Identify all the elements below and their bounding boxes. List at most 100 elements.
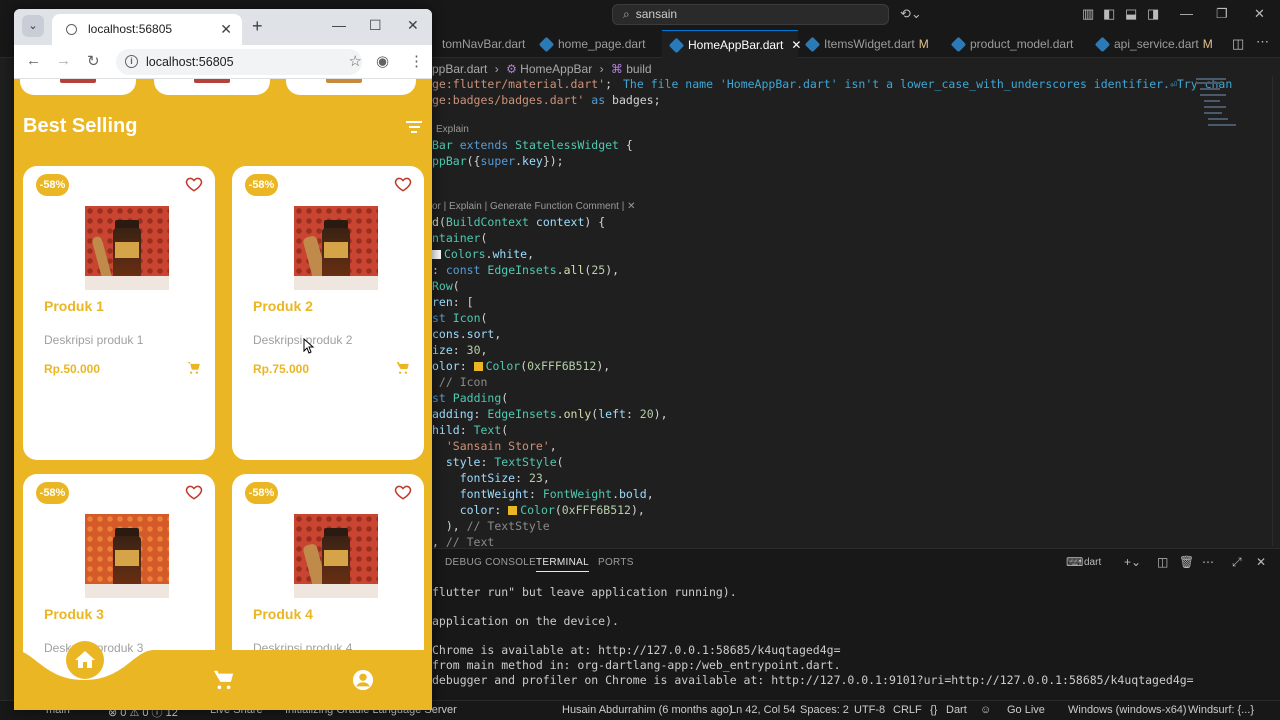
codelens-hint[interactable]: Explain [436, 124, 469, 135]
toggle-panel-icon[interactable]: ⬓ [1125, 6, 1137, 22]
layout-icon[interactable]: ▥ [1082, 6, 1094, 22]
heart-icon[interactable] [394, 175, 412, 193]
editor-scrollbar[interactable] [1272, 76, 1280, 546]
cart-icon[interactable] [396, 361, 410, 375]
split-terminal-icon[interactable]: ◫ [1157, 555, 1168, 569]
heart-icon[interactable] [394, 483, 412, 501]
tab-bottom-nav-bar[interactable]: tomNavBar.dart [416, 30, 525, 58]
code-line: ge:badges/badges.dart' as badges; [432, 93, 661, 107]
reload-icon[interactable]: ↻ [87, 52, 100, 70]
product-card[interactable]: -58% Produk 2 Deskripsi produk 2 Rp.75.0… [232, 166, 424, 460]
home-nav-button[interactable] [66, 641, 104, 679]
close-icon[interactable]: ✕ [1254, 6, 1265, 22]
tab-label: tomNavBar.dart [442, 37, 526, 51]
new-tab-icon[interactable]: + [252, 16, 263, 37]
tab-search-icon[interactable]: ⌄ [22, 15, 44, 37]
breadcrumb-file[interactable]: ppBar.dart [432, 62, 487, 76]
product-image[interactable] [294, 514, 378, 598]
address-bar[interactable]: i localhost:56805 ☆ [116, 49, 362, 75]
code-editor[interactable]: ge:flutter/material.dart'; ge:badges/bad… [432, 76, 1192, 549]
close-window-icon[interactable]: ✕ [407, 17, 419, 34]
trash-icon[interactable]: 🗑 [1179, 555, 1194, 569]
minimize-icon[interactable]: — [332, 17, 346, 33]
cursor-position[interactable]: Ln 42, Col 54 [730, 704, 795, 716]
breadcrumb-class[interactable]: HomeAppBar [520, 62, 592, 76]
sort-icon[interactable] [406, 121, 422, 133]
product-name[interactable]: Produk 3 [44, 606, 104, 622]
tab-ports[interactable]: PORTS [598, 557, 634, 568]
more-icon[interactable]: ⋯ [1202, 555, 1214, 569]
toggle-sidebar-icon[interactable]: ◧ [1103, 6, 1115, 22]
minimize-icon[interactable]: — [1180, 6, 1193, 21]
codelens-hint[interactable]: or | Explain | Generate Function Comment… [432, 201, 635, 212]
code-line: st Padding( [432, 391, 509, 405]
restore-icon[interactable]: ❐ [1216, 6, 1228, 22]
category-card[interactable] [286, 79, 416, 95]
product-image[interactable] [85, 206, 169, 290]
tab-home-app-bar[interactable]: HomeAppBar.dart ✕ [662, 30, 801, 58]
go-live[interactable]: Go Live [1007, 704, 1045, 716]
terminal-line: debugger and profiler on Chrome is avail… [432, 673, 1194, 687]
site-info-icon[interactable]: i [125, 55, 138, 68]
close-panel-icon[interactable]: ✕ [1256, 555, 1266, 569]
profile-icon[interactable]: ◉ [376, 52, 389, 70]
encoding[interactable]: UTF-8 [854, 704, 885, 716]
product-name[interactable]: Produk 2 [253, 298, 313, 314]
git-blame[interactable]: Husain Abdurrahim (6 months ago) [562, 704, 733, 716]
color-swatch-white [432, 250, 441, 259]
flutter-app: Best Selling -58% Produk 1 Deskripsi pro… [14, 79, 432, 710]
copilot-status-icon[interactable]: ☺ [980, 704, 991, 716]
tab-label: api_service.dart [1114, 37, 1199, 51]
product-description: Deskripsi produk 1 [44, 333, 144, 347]
category-card[interactable] [20, 79, 136, 95]
indentation[interactable]: Spaces: 2 [800, 704, 849, 716]
copilot-icon[interactable]: ⟲⌄ [900, 6, 922, 22]
tab-api-service[interactable]: api_service.dart M [1088, 30, 1213, 58]
more-actions-icon[interactable]: ⋯ [1256, 34, 1269, 50]
toggle-secondary-sidebar-icon[interactable]: ◨ [1147, 6, 1159, 22]
new-terminal-icon[interactable]: +⌄ [1124, 555, 1141, 569]
cart-icon[interactable] [187, 361, 201, 375]
browser-tab[interactable]: localhost:56805 ✕ [52, 14, 242, 45]
terminal-line: application on the device). [432, 614, 619, 628]
code-line: fontWeight: FontWeight.bold, [459, 487, 654, 501]
tab-terminal[interactable]: TERMINAL [536, 557, 589, 572]
menu-icon[interactable]: ⋮ [409, 52, 424, 70]
windsurf[interactable]: Windsurf: {...} [1188, 704, 1254, 716]
breadcrumb-method[interactable]: build [626, 62, 651, 76]
platform[interactable]: Windows (windows-x64) [1068, 704, 1187, 716]
maximize-panel-icon[interactable]: ⤢ [1232, 555, 1242, 570]
tab-home-page[interactable]: home_page.dart [532, 30, 645, 58]
code-line: hild: Text( [432, 423, 509, 437]
maximize-icon[interactable]: ☐ [369, 17, 382, 34]
line-ending[interactable]: CRLF [893, 704, 922, 716]
terminal-shell-label[interactable]: dart [1084, 557, 1101, 568]
minimap[interactable] [1192, 76, 1272, 546]
bookmark-star-icon[interactable]: ☆ [349, 49, 362, 75]
tab-debug-console[interactable]: DEBUG CONSOLE [445, 557, 536, 568]
breadcrumb-chevron-icon: › [494, 62, 499, 76]
mouse-cursor-icon [303, 338, 315, 354]
search-icon: ⌕ [623, 7, 630, 21]
language-mode[interactable]: Dart [946, 704, 967, 716]
product-name[interactable]: Produk 4 [253, 606, 313, 622]
tab-items-widget[interactable]: ItemsWidget.dart M [798, 30, 929, 58]
back-icon[interactable]: ← [26, 52, 41, 69]
product-image[interactable] [85, 514, 169, 598]
product-name[interactable]: Produk 1 [44, 298, 104, 314]
method-icon: ⌘ [610, 62, 623, 76]
tab-product-model[interactable]: product_model.dart [944, 30, 1073, 58]
product-price: Rp.75.000 [253, 362, 310, 376]
product-card[interactable]: -58% Produk 1 Deskripsi produk 1 Rp.50.0… [23, 166, 215, 460]
forward-icon[interactable]: → [56, 52, 71, 69]
cart-nav-icon[interactable] [213, 669, 235, 691]
category-card[interactable] [154, 79, 270, 95]
split-editor-icon[interactable]: ◫ [1232, 36, 1244, 52]
heart-icon[interactable] [185, 483, 203, 501]
heart-icon[interactable] [185, 175, 203, 193]
terminal-line: from main method in: org-dartlang-app:/w… [432, 658, 841, 672]
product-image[interactable] [294, 206, 378, 290]
account-nav-icon[interactable] [352, 669, 374, 691]
close-tab-icon[interactable]: ✕ [220, 14, 232, 45]
command-center-search[interactable]: ⌕ sansain [612, 4, 889, 25]
